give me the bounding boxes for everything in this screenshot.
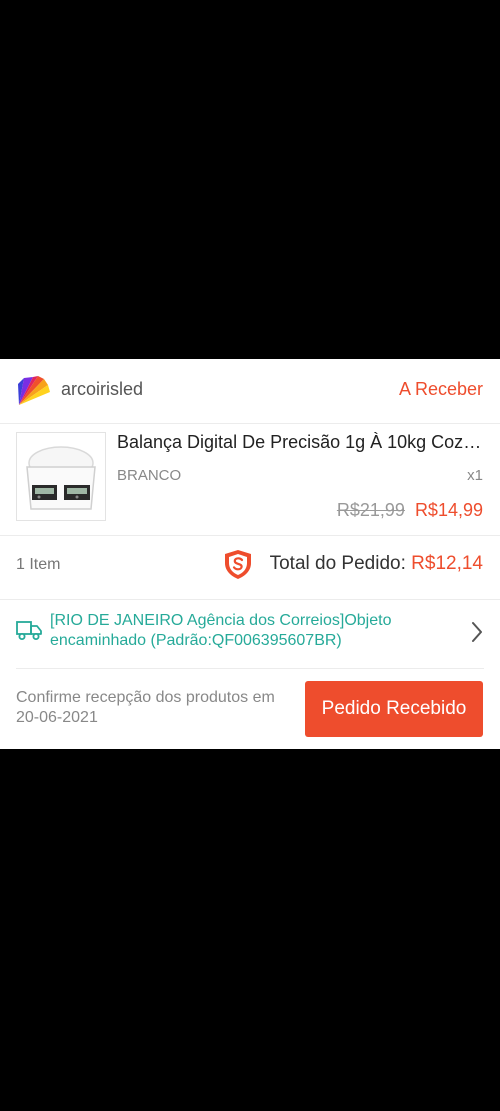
order-received-button[interactable]: Pedido Recebido bbox=[305, 681, 483, 737]
current-price: R$14,99 bbox=[414, 500, 483, 520]
confirm-receipt-text: Confirme recepção dos produtos em 20-06-… bbox=[16, 689, 275, 726]
item-count: 1 Item bbox=[16, 556, 61, 573]
chevron-right-icon[interactable] bbox=[469, 620, 485, 644]
shipping-status-row[interactable]: [RIO DE JANEIRO Agência dos Correios]Obj… bbox=[0, 599, 500, 667]
kitchen-scale-icon bbox=[26, 446, 96, 510]
divider bbox=[16, 668, 484, 669]
total-label: Total do Pedido: bbox=[269, 553, 412, 574]
total-value: R$12,14 bbox=[411, 553, 483, 574]
product-title[interactable]: Balança Digital De Precisão 1g À 10kg Co… bbox=[117, 432, 483, 453]
divider bbox=[0, 423, 500, 424]
product-quantity: x1 bbox=[467, 467, 483, 484]
shipping-status-text: [RIO DE JANEIRO Agência dos Correios]Obj… bbox=[50, 612, 392, 649]
shield-icon bbox=[225, 550, 251, 579]
product-variation: BRANCO bbox=[117, 467, 182, 484]
shop-logo-icon bbox=[18, 376, 50, 405]
order-total: Total do Pedido: R$12,14 bbox=[270, 553, 483, 575]
price-row: R$21,99 R$14,99 bbox=[337, 500, 483, 521]
order-status: A Receber bbox=[398, 379, 483, 399]
divider bbox=[0, 535, 500, 536]
product-thumbnail[interactable] bbox=[16, 432, 106, 521]
shop-header[interactable]: arcoirisled A Receber bbox=[0, 359, 500, 423]
original-price: R$21,99 bbox=[336, 500, 405, 520]
shop-name[interactable]: arcoirisled bbox=[61, 379, 143, 400]
order-card: arcoirisled A Receber Balança Digital De… bbox=[0, 359, 500, 749]
truck-icon bbox=[16, 621, 42, 640]
